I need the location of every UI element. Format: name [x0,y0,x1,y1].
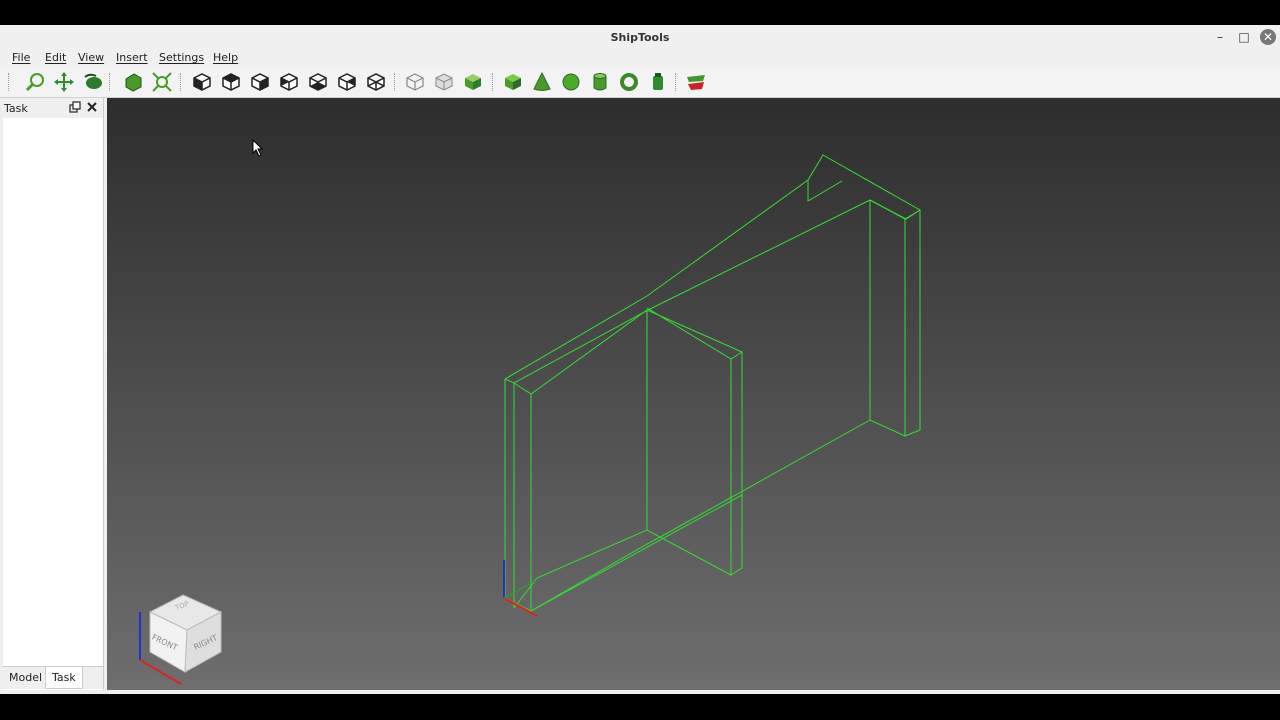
sphere-icon[interactable] [560,71,582,93]
close-window-icon[interactable]: ✕ [1260,29,1276,45]
toolbar [0,67,1280,98]
menu-settings[interactable]: Settings [159,51,204,64]
transparent-cube-icon[interactable] [433,71,455,93]
view-front-icon[interactable] [191,71,213,93]
navigation-cube[interactable]: TOP FRONT RIGHT [135,590,231,690]
view-axonometric-icon[interactable] [365,71,387,93]
view-rear-icon[interactable] [278,71,300,93]
maximize-icon[interactable]: □ [1236,29,1252,45]
ship-hull-icon[interactable] [685,71,707,93]
cylinder-icon[interactable] [589,71,611,93]
std-view-isometric-icon[interactable] [122,71,144,93]
toolbar-grip [8,73,11,91]
3d-viewport[interactable]: TOP FRONT RIGHT [107,98,1280,690]
wireframe-model [503,154,921,617]
task-panel-header: Task [3,98,103,118]
view-left-icon[interactable] [336,71,358,93]
draw-style-icon[interactable] [82,71,104,93]
close-panel-icon[interactable] [86,101,98,113]
toolbar-separator [492,73,495,91]
pan-icon[interactable] [53,71,75,93]
task-panel-title: Task [4,102,28,115]
box-icon[interactable] [502,71,524,93]
toolbar-separator [109,73,112,91]
menu-bar: File Edit View Insert Settings Help [0,49,1280,67]
tab-task[interactable]: Task [45,667,83,689]
tube-icon[interactable] [647,71,669,93]
torus-icon[interactable] [618,71,640,93]
cone-icon[interactable] [531,71,553,93]
minimize-icon[interactable]: – [1212,29,1228,45]
shaded-cube-icon[interactable] [462,71,484,93]
fit-selection-icon[interactable] [151,71,173,93]
view-bottom-icon[interactable] [307,71,329,93]
toolbar-separator [180,73,183,91]
main-window: ShipTools – □ ✕ File Edit View Insert Se… [0,25,1280,694]
mouse-cursor-icon [252,139,264,157]
menu-insert[interactable]: Insert [116,51,148,64]
task-panel: Task [3,98,104,690]
panel-tabs: Model Task [3,666,103,689]
float-panel-icon[interactable] [69,101,81,113]
menu-view[interactable]: View [78,51,104,64]
zoom-fit-icon[interactable] [24,71,46,93]
tab-model[interactable]: Model [9,671,42,684]
title-bar: ShipTools – □ ✕ [0,25,1280,49]
menu-file[interactable]: File [12,51,30,64]
toolbar-separator [675,73,678,91]
toolbar-separator [394,73,397,91]
window-title: ShipTools [610,31,670,44]
menu-help[interactable]: Help [213,51,238,64]
view-top-icon[interactable] [220,71,242,93]
wireframe-cube-icon[interactable] [404,71,426,93]
menu-edit[interactable]: Edit [45,51,66,64]
view-right-icon[interactable] [249,71,271,93]
